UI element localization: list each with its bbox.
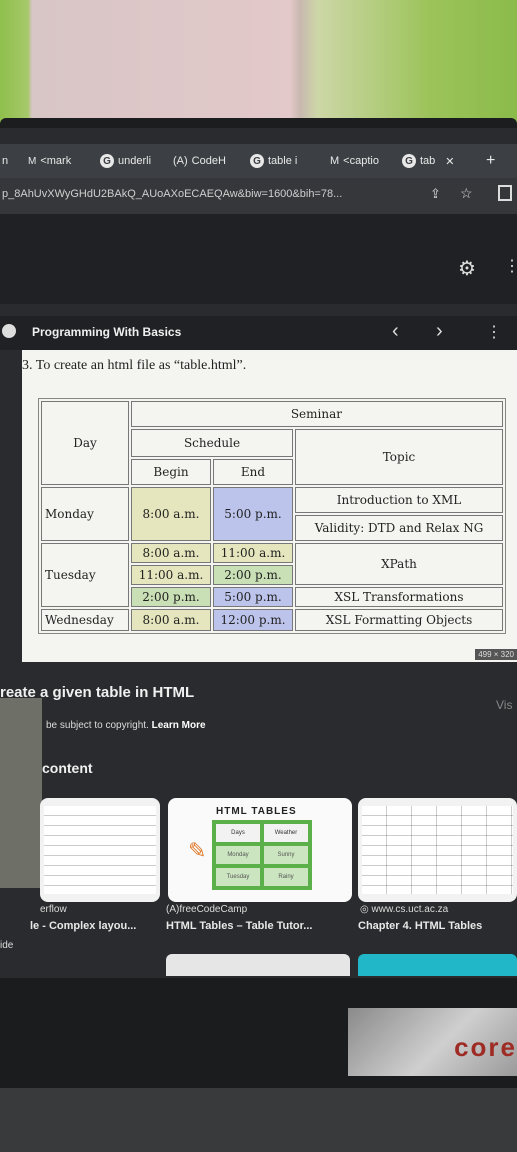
result-card-4[interactable] [166,954,350,976]
thumbnail-table: Days Weather Monday Sunny Tuesday Rainy [212,820,312,890]
table-cell: Introduction to XML [295,487,503,513]
viewer-header: Programming With Basics ‹ › ⋮ [0,316,517,350]
result-title[interactable]: Chapter 4. HTML Tables [358,920,482,932]
topic-header: Topic [295,429,503,485]
preview-image[interactable]: 3. To create an html file as “table.html… [22,350,517,662]
table-cell: 11:00 a.m. [213,543,293,563]
table-cell: 12:00 p.m. [213,609,293,631]
result-card-1[interactable] [40,798,160,902]
globe-icon: ◎ [360,904,372,915]
more-icon[interactable]: ⋮ [486,322,502,342]
next-arrow-icon[interactable]: › [436,320,443,343]
tab-6[interactable]: M <captio [330,150,379,172]
gmail-icon: M [330,155,340,167]
thumbnail-table [44,806,156,894]
table-cell: XSL Transformations [295,587,503,607]
browser-screen: n M <mark Gunderli (A) CodeH Gtable i M <ca… [0,128,517,978]
tab-2[interactable]: M <mark [28,150,71,172]
apps-icon[interactable]: ⋮⋮ [504,256,517,276]
share-icon[interactable]: ⇪ [430,186,441,202]
card-heading: HTML TABLES [216,806,297,817]
url-text: p_8AhUvXWyGHdU2BAkQ_AUoAXoECAEQAw&biw=16… [2,188,343,200]
google-icon: G [100,154,114,168]
preview-caption: 3. To create an html file as “table.html… [22,358,247,373]
table-cell: XSL Formatting Objects [295,609,503,631]
background-wall [0,0,517,128]
result-source: ◎ www.cs.uct.ac.za [360,904,449,915]
keyboard-surface [0,1088,517,1152]
table-cell: 5:00 p.m. [213,487,293,541]
new-tab-button[interactable]: + [486,150,495,172]
tab-bar: n M <mark Gunderli (A) CodeH Gtable i M <ca… [0,144,517,178]
search-toolbar: ⚙ ⋮⋮ [0,214,517,304]
result-card-5[interactable] [358,954,517,976]
begin-header: Begin [131,459,211,485]
codehs-icon: (A) [173,155,188,167]
star-icon[interactable]: ☆ [460,185,473,202]
visit-button[interactable]: Vis [496,698,512,712]
site-name[interactable]: Programming With Basics [32,325,181,339]
tab-1[interactable]: n [2,150,8,172]
side-photo [0,698,42,888]
table-cell: XPath [295,543,503,585]
tab-active[interactable]: Gtab ✕ [402,150,455,172]
tab-3[interactable]: Gunderli [100,150,151,172]
google-icon: G [250,154,264,168]
table-cell: 8:00 a.m. [131,609,211,631]
gmail-icon: M [28,155,37,167]
tab-4[interactable]: (A) CodeH [173,150,226,172]
schedule-header: Schedule [131,429,293,457]
result-card-3[interactable] [358,798,517,902]
table-cell: 2:00 p.m. [213,565,293,585]
table-cell: 8:00 a.m. [131,543,211,563]
site-favicon [2,324,16,338]
result-title[interactable]: HTML Tables – Table Tutor... [166,920,312,932]
thumbnail-table [362,806,513,894]
result-card-2[interactable]: HTML TABLES Days Weather Monday Sunny Tu… [168,798,352,902]
tuesday-cell: Tuesday [41,543,129,607]
result-title[interactable]: le - Complex layou... [30,920,136,932]
related-content-heading: content [42,760,93,776]
wednesday-cell: Wednesday [41,609,129,631]
table-cell: 8:00 a.m. [131,487,211,541]
plus-icon: + [486,152,496,169]
seminar-table: Day Seminar Schedule Topic Begin End Mon… [38,398,506,634]
cpu-sticker: core [348,1008,517,1076]
sidebar-icon[interactable] [498,185,512,201]
seminar-header: Seminar [131,401,503,427]
table-cell: 11:00 a.m. [131,565,211,585]
address-bar[interactable]: p_8AhUvXWyGHdU2BAkQ_AUoAXoECAEQAw&biw=16… [0,178,517,214]
table-cell: 5:00 p.m. [213,587,293,607]
gear-icon[interactable]: ⚙ [458,256,476,281]
copyright-notice: be subject to copyright. Learn More [46,720,206,731]
side-label: ide [0,940,14,951]
google-icon: G [402,154,416,168]
fcc-icon: (A) [166,904,180,915]
pencil-icon: ✎ [188,838,207,863]
tab-5[interactable]: Gtable i [250,150,297,172]
table-cell: 2:00 p.m. [131,587,211,607]
image-dimensions: 499 × 320 [475,649,517,660]
monday-cell: Monday [41,487,129,541]
close-icon[interactable]: ✕ [445,155,454,168]
prev-arrow-icon[interactable]: ‹ [392,320,399,343]
table-cell: Validity: DTD and Relax NG [295,515,503,541]
result-source: erflow [40,904,67,915]
learn-more-link[interactable]: Learn More [152,720,206,731]
result-source: (A)freeCodeCamp [166,904,248,915]
end-header: End [213,459,293,485]
day-header: Day [41,401,129,485]
